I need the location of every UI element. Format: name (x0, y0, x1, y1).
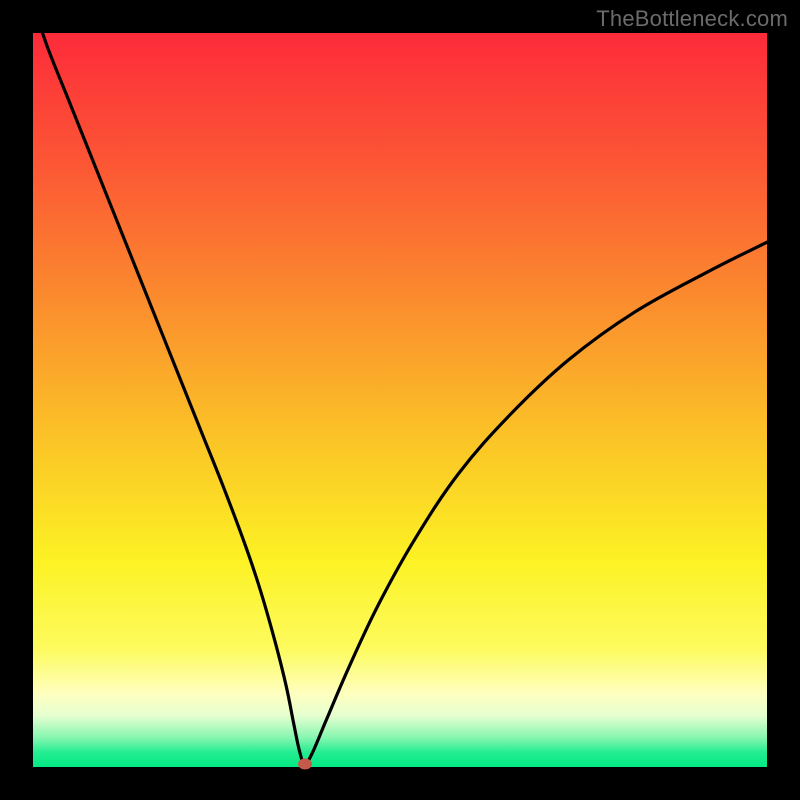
bottleneck-curve (33, 4, 767, 764)
minimum-marker-icon (298, 759, 312, 770)
curve-layer (33, 33, 767, 767)
watermark-text: TheBottleneck.com (596, 6, 788, 32)
outer-frame: TheBottleneck.com (0, 0, 800, 800)
